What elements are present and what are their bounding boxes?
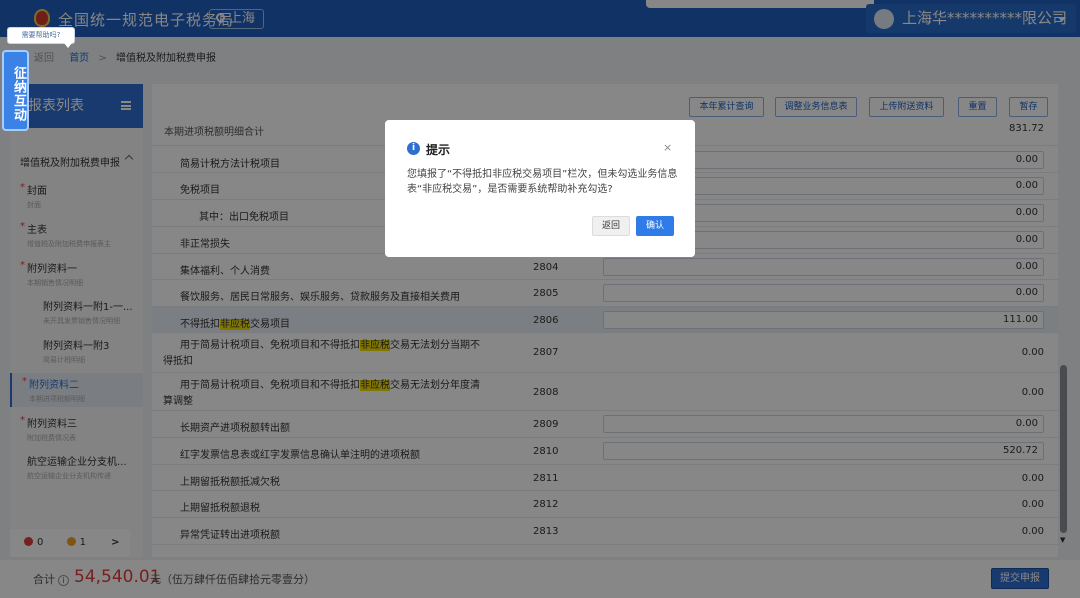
dialog-back-button[interactable]: 返回 [592,216,630,236]
modal-backdrop [0,0,1080,598]
info-icon: i [407,142,420,155]
tax-interaction-tab[interactable]: 征纳互动 [2,50,29,131]
dialog-message: 您填报了“不得抵扣非应税交易项目”栏次，但未勾选业务信息表“非应税交易”，是否需… [407,169,678,195]
dialog-title: 提示 [426,143,451,157]
prompt-dialog: i 提示 × 您填报了“不得抵扣非应税交易项目”栏次，但未勾选业务信息表“非应税… [385,120,695,257]
close-icon[interactable]: × [663,141,672,154]
dialog-confirm-button[interactable]: 确认 [636,216,674,236]
help-tooltip[interactable]: 需要帮助吗? [7,27,75,48]
